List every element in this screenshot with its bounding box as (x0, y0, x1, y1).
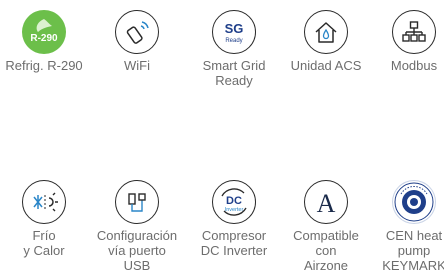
feature-acs-unit: Unidad ACS (278, 10, 374, 73)
r290-leaf-icon: R-290 (22, 10, 66, 54)
dc-badge: DC (226, 195, 242, 207)
feature-wifi: WiFi (89, 10, 185, 73)
smart-grid-icon: SG Ready (212, 10, 256, 54)
feature-cold-heat: Frío y Calor (0, 180, 92, 258)
feature-label: Compresor DC Inverter (200, 228, 268, 258)
feature-keymark: CEN heat pump KEYMARK (366, 180, 444, 273)
feature-usb-config: Configuración vía puerto USB (89, 180, 185, 273)
feature-dc-inverter: DC Inverter Compresor DC Inverter (186, 180, 282, 258)
feature-smart-grid: SG Ready Smart Grid Ready (186, 10, 282, 88)
feature-label: Refrig. R-290 (5, 58, 83, 73)
r290-badge-text: R-290 (30, 33, 58, 44)
feature-label: Unidad ACS (290, 58, 362, 73)
network-hierarchy-icon (392, 10, 436, 54)
airzone-badge: A (317, 189, 336, 218)
feature-label: Smart Grid Ready (202, 58, 266, 88)
feature-label: Compatible con Airzone (293, 228, 359, 273)
feature-refrigerant: R-290 Refrig. R-290 (0, 10, 92, 73)
feature-modbus: Modbus (366, 10, 444, 73)
smart-grid-badge: SG (225, 21, 244, 36)
feature-label: WiFi (124, 58, 150, 73)
dc-badge-sub: Inverter (225, 207, 244, 213)
feature-label: Frío y Calor (23, 228, 65, 258)
wifi-phone-icon (115, 10, 159, 54)
keymark-seal-icon (392, 180, 436, 224)
house-water-drop-icon (304, 10, 348, 54)
feature-airzone: A Compatible con Airzone (278, 180, 374, 273)
airzone-icon: A (304, 180, 348, 224)
feature-label: CEN heat pump KEYMARK (382, 228, 444, 273)
feature-label: Configuración vía puerto USB (96, 228, 178, 273)
cold-heat-icon (22, 180, 66, 224)
usb-icon (115, 180, 159, 224)
dc-inverter-icon: DC Inverter (212, 180, 256, 224)
smart-grid-badge-sub: Ready (225, 38, 242, 44)
feature-label: Modbus (390, 58, 438, 73)
